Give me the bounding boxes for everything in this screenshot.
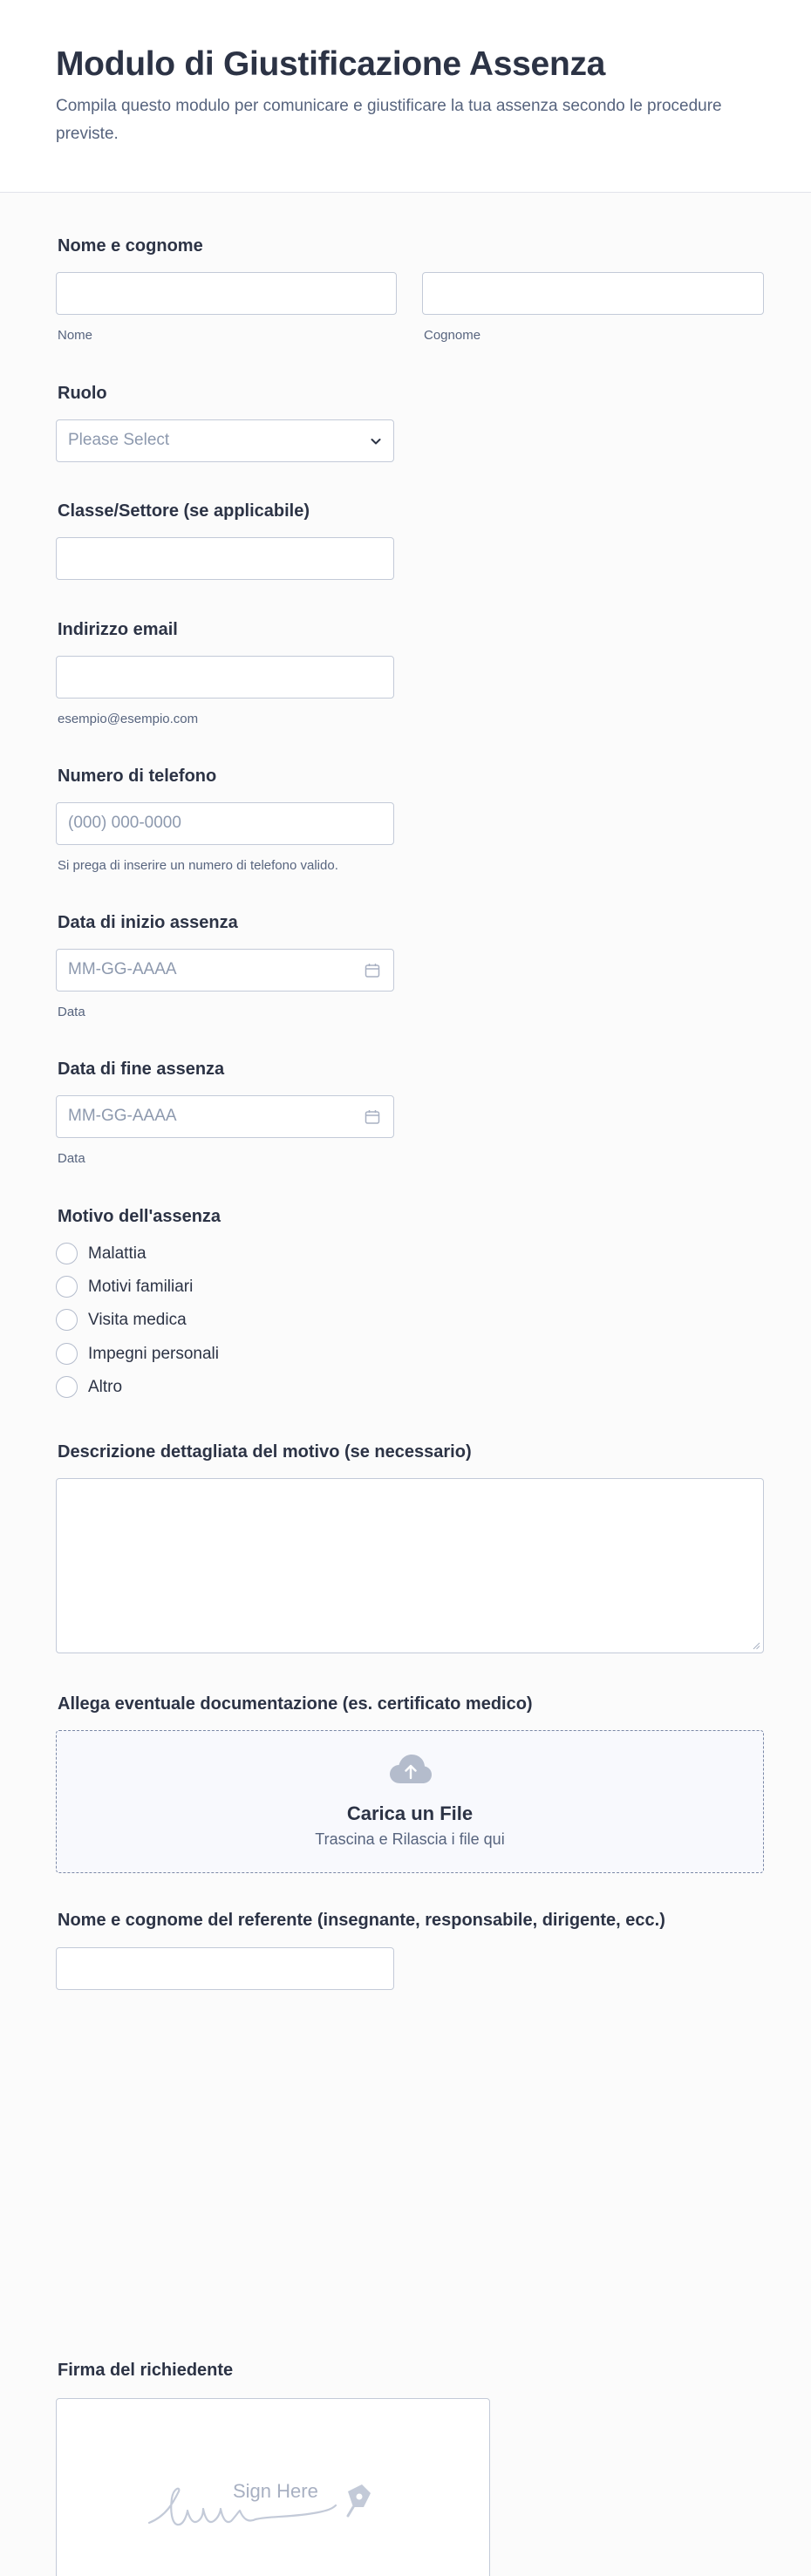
upload-subtitle: Trascina e Rilascia i file qui (315, 1830, 505, 1848)
signature-label: Firma del richiedente (58, 2361, 234, 2380)
calendar-icon[interactable] (364, 1108, 381, 1126)
signature-pad[interactable]: Sign Here (56, 2398, 490, 2576)
full-name-label: Nome e cognome (58, 236, 203, 256)
description-textarea[interactable] (56, 1478, 764, 1653)
referent-input[interactable] (56, 1947, 394, 1990)
phone-sublabel: Si prega di inserire un numero di telefo… (58, 858, 338, 873)
reason-label: Motivo dell'assenza (58, 1207, 221, 1226)
radio-button[interactable] (56, 1309, 78, 1331)
phone-placeholder: (000) 000-0000 (68, 814, 181, 832)
role-label: Ruolo (58, 384, 107, 403)
upload-label: Allega eventuale documentazione (es. cer… (58, 1694, 533, 1714)
signature-placeholder: Sign Here (233, 2480, 318, 2502)
last-name-input[interactable] (422, 272, 764, 315)
reason-option-label: Impegni personali (88, 1345, 219, 1363)
upload-title: Carica un File (346, 1803, 474, 1824)
radio-button[interactable] (56, 1276, 78, 1298)
cloud-upload-icon (390, 1755, 432, 1783)
email-label: Indirizzo email (58, 620, 178, 639)
reason-option-label: Malattia (88, 1244, 147, 1263)
radio-button[interactable] (56, 1243, 78, 1264)
email-input[interactable] (56, 656, 394, 699)
first-name-input[interactable] (56, 272, 397, 315)
referent-label: Nome e cognome del referente (insegnante… (58, 1911, 665, 1930)
radio-button[interactable] (56, 1343, 78, 1365)
radio-button[interactable] (56, 1376, 78, 1398)
phone-label: Numero di telefono (58, 767, 217, 786)
calendar-icon[interactable] (364, 962, 381, 979)
start-date-sublabel: Data (58, 1005, 85, 1019)
pen-icon (346, 2484, 371, 2518)
start-date-input[interactable]: MM-GG-AAAA (56, 949, 394, 992)
reason-option-label: Altro (88, 1378, 123, 1396)
reason-option-label: Motivi familiari (88, 1278, 194, 1296)
end-date-label: Data di fine assenza (58, 1060, 225, 1079)
role-select[interactable]: Please Select (56, 419, 394, 462)
end-date-input[interactable]: MM-GG-AAAA (56, 1095, 394, 1138)
class-sector-input[interactable] (56, 537, 394, 580)
first-name-sublabel: Nome (58, 328, 93, 343)
end-date-sublabel: Data (58, 1151, 85, 1166)
page-title: Modulo di Giustificazione Assenza (56, 45, 606, 83)
form-header: Modulo di Giustificazione Assenza Compil… (0, 0, 811, 193)
last-name-sublabel: Cognome (424, 328, 481, 343)
email-sublabel: esempio@esempio.com (58, 712, 199, 726)
page-subtitle: Compila questo modulo per comunicare e g… (56, 97, 722, 143)
resize-handle-icon[interactable] (752, 1641, 760, 1650)
role-placeholder: Please Select (68, 431, 170, 449)
reason-option-label: Visita medica (88, 1311, 187, 1329)
chevron-down-icon (371, 439, 381, 445)
class-sector-label: Classe/Settore (se applicabile) (58, 501, 310, 521)
start-date-label: Data di inizio assenza (58, 913, 238, 932)
file-upload-dropzone[interactable]: Carica un File Trascina e Rilascia i fil… (56, 1730, 764, 1873)
phone-input[interactable]: (000) 000-0000 (56, 802, 394, 845)
description-label: Descrizione dettagliata del motivo (se n… (58, 1442, 472, 1462)
start-date-placeholder: MM-GG-AAAA (68, 960, 177, 978)
end-date-placeholder: MM-GG-AAAA (68, 1107, 177, 1125)
